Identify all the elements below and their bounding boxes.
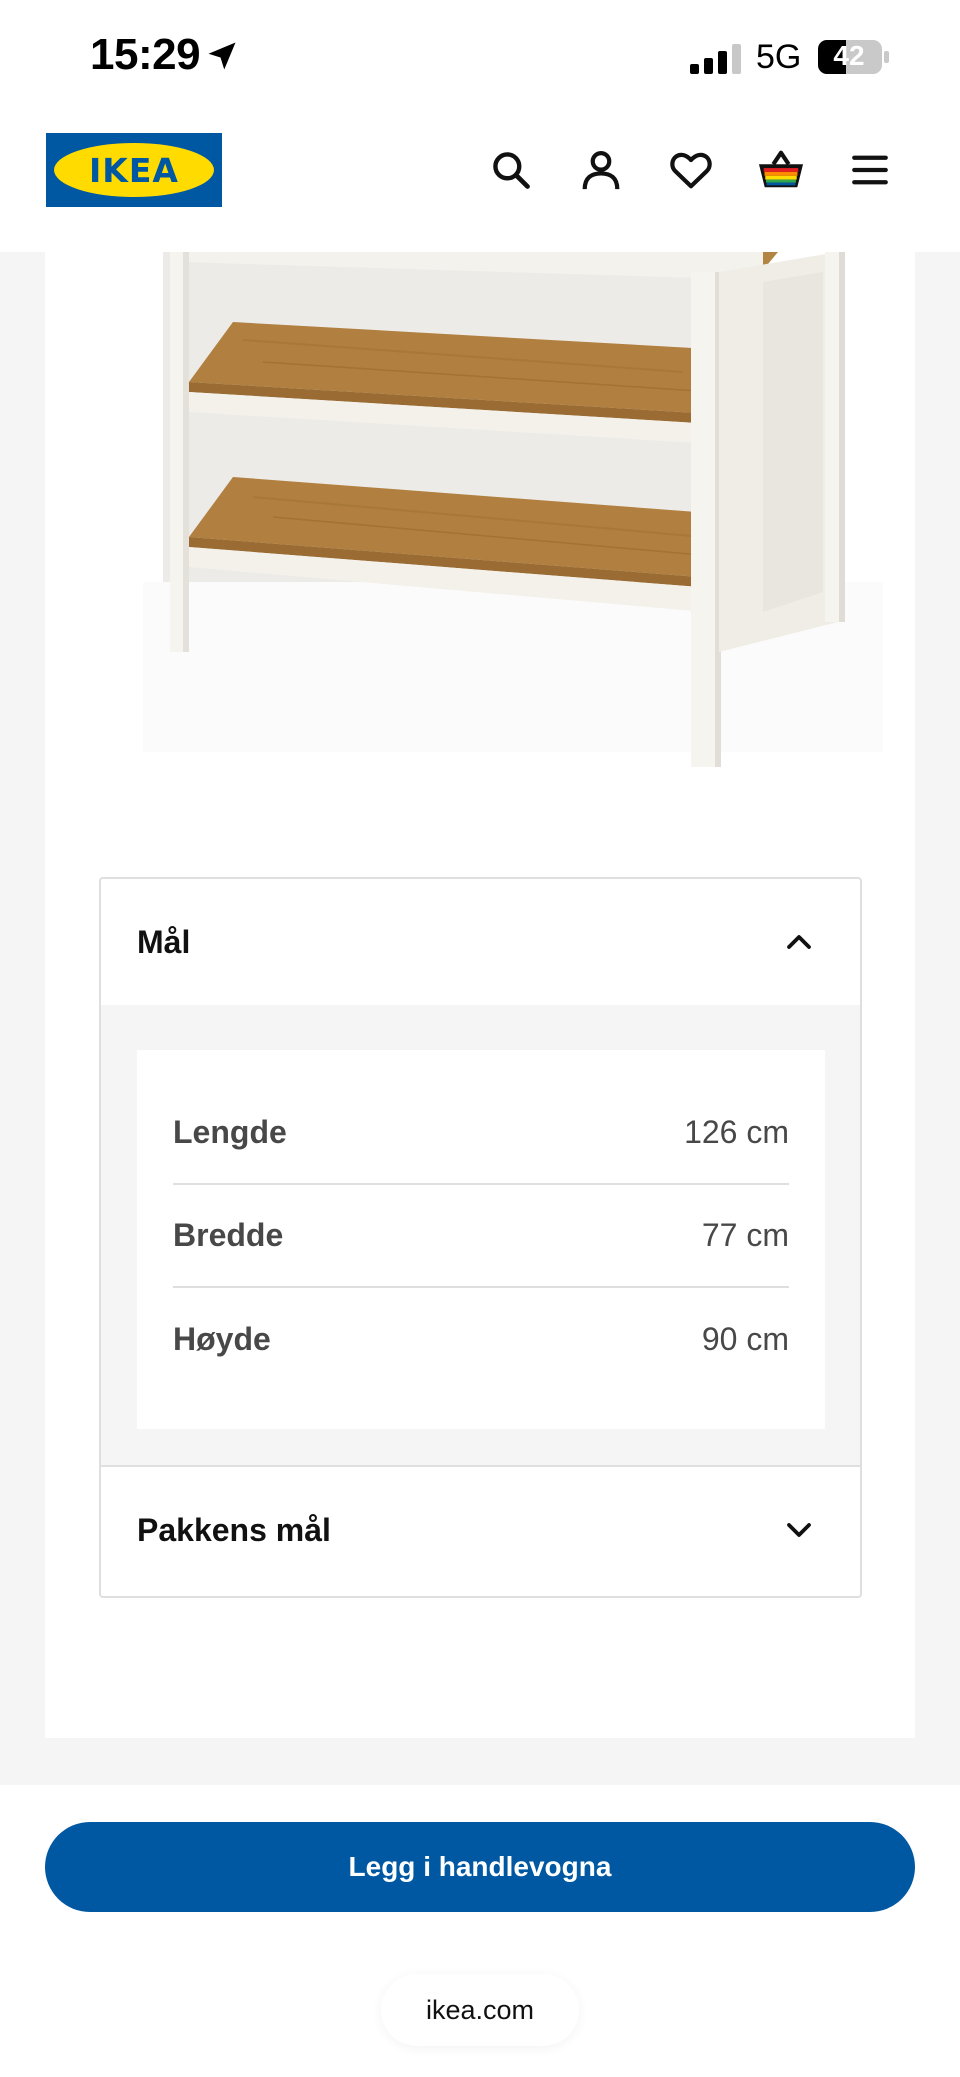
dimensions-accordion: Mål Lengde 126 cm Bredde 77 cm Høyde 90 … xyxy=(99,877,862,1598)
favourites-button[interactable] xyxy=(663,142,719,198)
dimensions-panel-body: Lengde 126 cm Bredde 77 cm Høyde 90 cm xyxy=(101,1005,860,1467)
dimensions-table: Lengde 126 cm Bredde 77 cm Høyde 90 cm xyxy=(137,1050,825,1429)
search-button[interactable] xyxy=(483,142,539,198)
battery-level: 42 xyxy=(833,40,865,71)
heart-icon xyxy=(670,152,712,189)
accordion-header-dimensions[interactable]: Mål xyxy=(101,879,860,1005)
account-button[interactable] xyxy=(573,142,629,198)
dimension-value: 77 cm xyxy=(701,1217,789,1253)
accordion-title-package: Pakkens mål xyxy=(137,1511,331,1548)
dimension-label: Høyde xyxy=(173,1321,271,1357)
account-icon xyxy=(582,151,620,190)
dimension-row-height: Høyde 90 cm xyxy=(173,1288,789,1391)
accordion-title-dimensions: Mål xyxy=(137,923,191,960)
location-arrow-icon xyxy=(208,42,236,70)
dimension-value: 90 cm xyxy=(701,1321,789,1357)
browser-address-pill[interactable]: ikea.com xyxy=(381,1974,579,2046)
product-details-card: Mål Lengde 126 cm Bredde 77 cm Høyde 90 … xyxy=(45,252,915,1738)
accordion-header-package[interactable]: Pakkens mål xyxy=(101,1467,860,1593)
logo-text: IKEA xyxy=(89,150,179,190)
menu-icon xyxy=(852,155,888,185)
dimension-row-width: Bredde 77 cm xyxy=(173,1185,789,1288)
basket-button[interactable] xyxy=(753,142,809,198)
product-image xyxy=(143,252,883,767)
dimension-row-length: Lengde 126 cm xyxy=(173,1082,789,1185)
signal-strength-icon xyxy=(690,44,741,74)
basket-icon xyxy=(758,150,804,188)
network-type: 5G xyxy=(756,38,802,76)
add-to-cart-button[interactable]: Legg i handlevogna xyxy=(45,1822,915,1912)
site-header: IKEA xyxy=(0,112,960,252)
dimension-label: Bredde xyxy=(173,1217,284,1253)
status-bar: 15:29 5G 42 xyxy=(0,0,960,112)
dimension-value: 126 cm xyxy=(684,1114,789,1150)
dimension-label: Lengde xyxy=(173,1114,287,1150)
menu-button[interactable] xyxy=(842,142,898,198)
search-icon xyxy=(493,152,530,189)
status-time: 15:29 xyxy=(90,30,201,79)
chevron-up-icon xyxy=(787,935,811,949)
ikea-logo[interactable]: IKEA xyxy=(46,133,222,207)
chevron-down-icon xyxy=(787,1523,811,1537)
